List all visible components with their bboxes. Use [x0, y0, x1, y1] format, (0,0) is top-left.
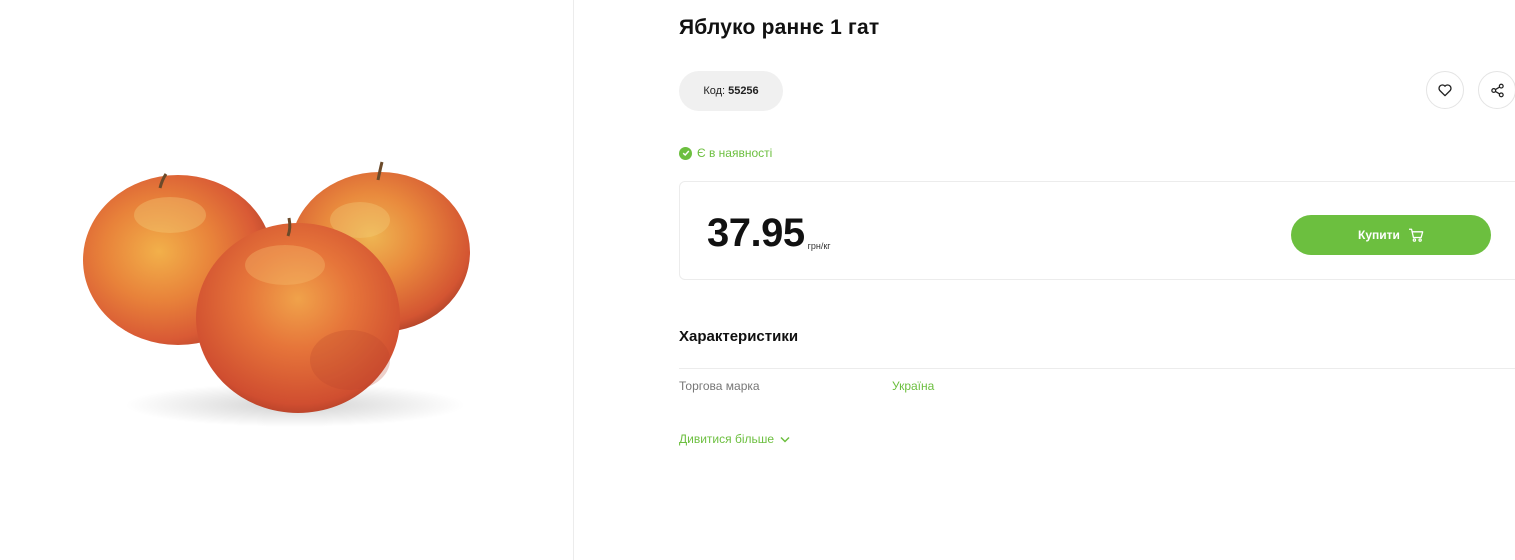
- chevron-down-icon: [780, 436, 790, 443]
- favorite-button[interactable]: [1426, 71, 1464, 109]
- product-title: Яблуко раннє 1 гат: [679, 16, 880, 39]
- buy-button[interactable]: Купити: [1291, 215, 1491, 255]
- product-code-value: 55256: [728, 85, 759, 97]
- heart-icon: [1438, 84, 1452, 97]
- cart-icon: [1408, 228, 1424, 242]
- show-more-label: Дивитися більше: [679, 432, 775, 446]
- product-code-label: Код:: [703, 85, 726, 97]
- product-image-column: [0, 0, 574, 560]
- availability-text: Є в наявності: [697, 146, 773, 160]
- share-icon: [1490, 83, 1504, 97]
- check-circle-icon: [679, 146, 692, 160]
- price: 37.95 грн/кг: [707, 213, 831, 253]
- availability-status: Є в наявності: [679, 146, 772, 160]
- share-button[interactable]: [1478, 71, 1515, 109]
- price-unit: грн/кг: [807, 241, 831, 251]
- specs-title: Характеристики: [679, 328, 799, 345]
- product-page: Яблуко раннє 1 гат Код: 55256 Є в наявно…: [0, 0, 1515, 560]
- specs-divider: [679, 368, 1515, 369]
- product-code-badge: Код: 55256: [679, 71, 783, 111]
- price-panel: 37.95 грн/кг Купити: [679, 181, 1515, 280]
- spec-key-brand: Торгова марка: [679, 379, 760, 393]
- product-image[interactable]: [60, 160, 500, 430]
- product-info: Яблуко раннє 1 гат Код: 55256 Є в наявно…: [679, 0, 1515, 560]
- price-value: 37.95: [707, 211, 805, 255]
- buy-button-label: Купити: [1358, 228, 1400, 242]
- spec-value-brand-link[interactable]: Україна: [892, 379, 934, 393]
- show-more-link[interactable]: Дивитися більше: [679, 432, 790, 446]
